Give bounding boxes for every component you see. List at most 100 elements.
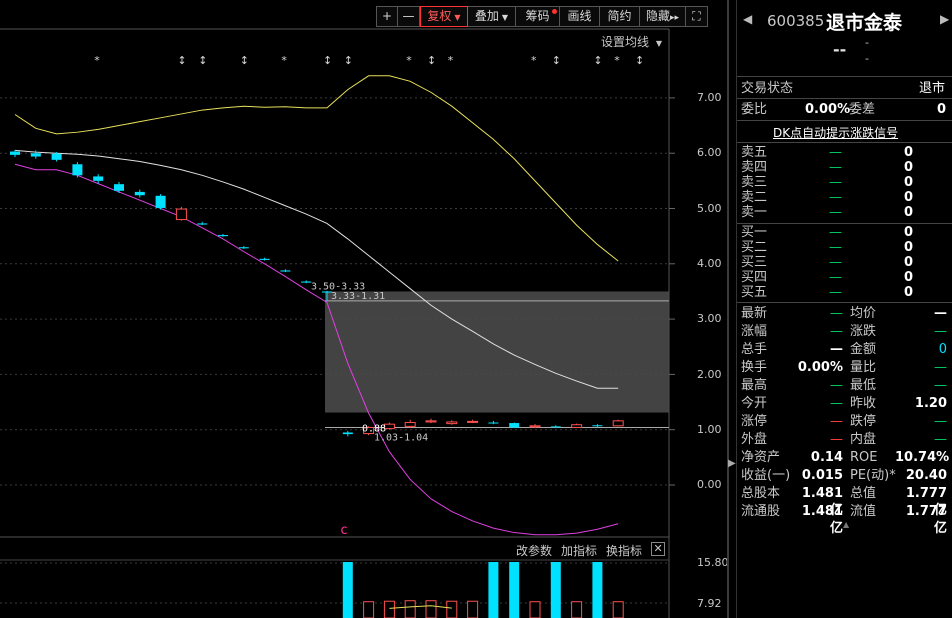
stat-value: 10.74% (895, 450, 950, 465)
set-ma-label: 设置均线 (601, 35, 650, 49)
chevron-down-icon: ▼ (501, 13, 509, 22)
order-volume: 0 (903, 285, 913, 300)
overlay-button[interactable]: 叠加 ▼ (468, 6, 516, 27)
stat-label: 均价 (850, 306, 877, 321)
order-level-label: 卖五 (741, 145, 768, 160)
orderbook-row: 卖二 — 0 (741, 190, 951, 205)
candle-body (259, 258, 270, 260)
fullscreen-button[interactable]: ⛶ (686, 6, 708, 27)
order-level-label: 买五 (741, 285, 768, 300)
dk-signal-link[interactable]: DK点自动提示涨跌信号 (773, 124, 898, 141)
weicha-label: 委差 (849, 102, 876, 117)
y-tick-label: 7.00 (697, 91, 722, 104)
y-tick-label: 5.00 (697, 202, 722, 215)
restore-rights-button[interactable]: 复权 ▼ (420, 6, 468, 27)
order-volume: 0 (903, 190, 913, 205)
signal-marker: * (281, 54, 287, 67)
gap-lower-label: 3.33-1.31 (331, 291, 385, 302)
stat-label: 最新 (741, 306, 768, 321)
order-price: — (829, 205, 842, 220)
order-price: — (829, 285, 842, 300)
stat-value: 1.20 (914, 396, 947, 411)
stat-value: — (934, 414, 947, 429)
candle-body (238, 247, 249, 249)
chips-button[interactable]: 筹码 (516, 6, 560, 27)
trade-status-label: 交易状态 (741, 81, 794, 96)
next-stock-icon[interactable]: ▶ (940, 12, 949, 26)
candle-body (612, 420, 624, 427)
stat-value: — (830, 324, 843, 339)
candle-body (446, 421, 458, 425)
weibi-label: 委比 (741, 102, 768, 117)
stat-label: PE(动)* (850, 468, 896, 483)
signal-marker: * (531, 54, 537, 67)
stat-label: 今开 (741, 396, 768, 411)
signal-marker: ↕ (427, 54, 436, 67)
order-volume: 0 (903, 240, 913, 255)
candle-body (72, 164, 83, 176)
order-price: — (829, 160, 842, 175)
order-price: — (829, 240, 842, 255)
stat-label: 最高 (741, 378, 768, 393)
simple-mode-button[interactable]: 简约 (600, 6, 640, 27)
signal-marker: ↕ (552, 54, 561, 67)
sub-y-tick-label: 7.92 (697, 597, 722, 610)
stat-value: — (830, 414, 843, 429)
stat-label: 量比 (850, 360, 877, 375)
fullscreen-icon: ⛶ (692, 9, 701, 23)
stat-label: 流值 (850, 504, 877, 519)
chevron-down-icon: ▼ (454, 13, 461, 22)
zoom-out-button[interactable]: — (398, 6, 420, 27)
stat-label: 内盘 (850, 432, 877, 447)
weicha-value: 0 (937, 102, 947, 117)
switch-indicator-button[interactable]: 换指标 (606, 542, 642, 559)
volume-bar (592, 562, 603, 618)
signal-marker: ↕ (344, 54, 353, 67)
change-params-button[interactable]: 改参数 (516, 542, 552, 559)
volume-bar (342, 562, 353, 618)
divider (737, 142, 952, 143)
signal-marker: ↕ (635, 54, 644, 67)
stat-label: 流通股 (741, 504, 781, 519)
set-ma-button[interactable]: 设置均线 ▼ (601, 33, 662, 50)
candle-body (10, 151, 20, 155)
order-price: — (829, 190, 842, 205)
collapse-handle-icon[interactable]: ▶ (728, 458, 736, 480)
prev-stock-icon[interactable]: ◀ (743, 12, 752, 26)
stat-value: — (830, 432, 843, 447)
order-price: — (829, 255, 842, 270)
signal-marker: * (448, 54, 454, 67)
panel-divider[interactable] (727, 0, 729, 618)
stock-name: 退市金泰 (826, 12, 903, 34)
hide-button[interactable]: 隐藏▸▸ (640, 6, 686, 27)
orderbook-row: 买五 — 0 (741, 285, 951, 300)
signal-marker: ↕ (593, 54, 602, 67)
stat-value: — (934, 306, 947, 321)
close-icon[interactable]: ✕ (651, 542, 666, 556)
draw-line-button[interactable]: 画线 (560, 6, 600, 27)
chevron-down-icon: ▼ (655, 39, 662, 48)
stat-value: 1.481亿 (801, 504, 843, 536)
scroll-up-icon[interactable]: ▲ (843, 520, 849, 529)
stat-label: 净资产 (741, 450, 781, 465)
chart-toolbar: + — 复权 ▼ 叠加 ▼ 筹码 画线 简约 隐藏▸▸ ⛶ (376, 6, 734, 28)
volume-bar (612, 601, 624, 618)
candle-body (280, 270, 291, 272)
orderbook-row: 买二 — 0 (741, 240, 951, 255)
ma-line-yellow (14, 75, 619, 262)
candle-body (425, 420, 437, 423)
order-level-label: 卖三 (741, 175, 768, 190)
kline-chart[interactable]: 3.50-3.333.33-1.310.881.03-1.04c* ↕ ↕ ↕ * ↕ ↕ *… (0, 0, 734, 618)
current-price: -- (833, 40, 847, 59)
volume-ma-line (389, 605, 452, 609)
kline-chart-area[interactable]: 3.50-3.33 3.33-1.31 0.88 1.03-1.04 c * ↕ ↕ ↕ * ↕ ↕ *… (0, 0, 734, 618)
add-indicator-button[interactable]: 加指标 (561, 542, 597, 559)
stat-value: 0.14 (810, 450, 843, 465)
stat-label: 涨停 (741, 414, 768, 429)
candle-body (134, 191, 145, 196)
order-price: — (829, 225, 842, 240)
divider (737, 76, 952, 77)
stat-value: 1.777亿 (905, 504, 947, 536)
zoom-in-button[interactable]: + (376, 6, 398, 27)
orderbook-row: 卖三 — 0 (741, 175, 951, 190)
